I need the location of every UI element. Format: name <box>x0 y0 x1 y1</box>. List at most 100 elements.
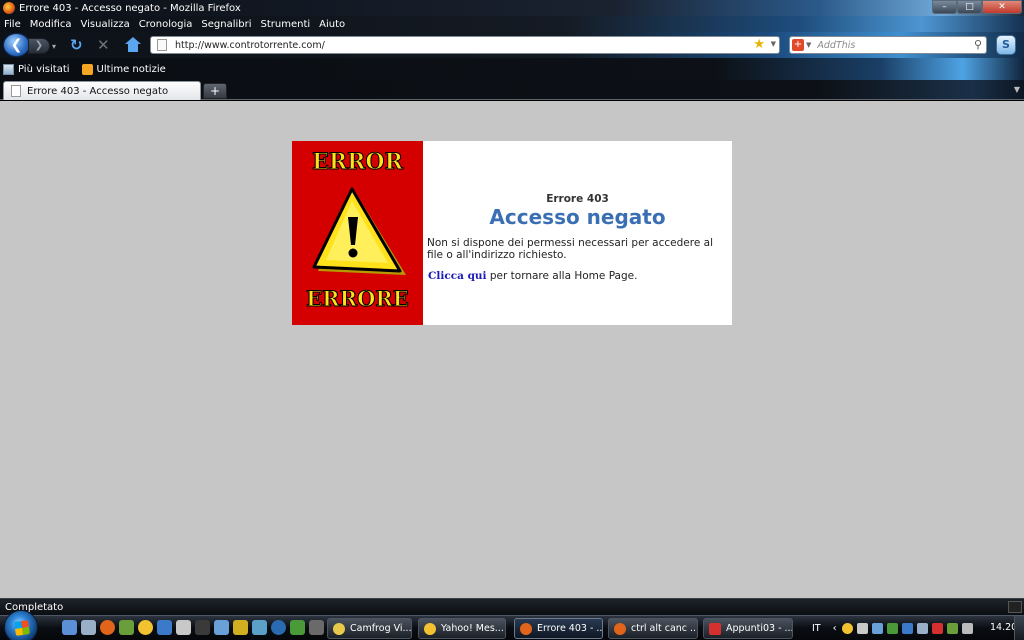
smiley-tray-icon[interactable] <box>841 623 853 634</box>
rss-feed-icon <box>81 63 93 75</box>
quick-launch <box>62 620 328 635</box>
bookmark-latest-news[interactable]: Ultime notizie <box>81 63 166 75</box>
bookmark-label: Più visitati <box>18 63 70 75</box>
error-image-bottom-word: ERRORE <box>306 286 410 312</box>
taskbar-button-camfrog[interactable]: Camfrog Vi... <box>327 618 412 639</box>
tray-icon[interactable] <box>856 623 868 634</box>
search-icon[interactable]: ⚲ <box>974 38 982 51</box>
stop-button[interactable]: ✕ <box>97 37 113 53</box>
show-desktop-icon[interactable] <box>62 620 77 635</box>
tab-list-dropdown-icon[interactable]: ▼ <box>1014 85 1020 94</box>
taskbar-button-firefox[interactable]: Errore 403 - ... <box>514 618 603 639</box>
show-desktop-button[interactable] <box>1014 616 1024 640</box>
app-icon[interactable] <box>233 620 248 635</box>
system-tray: IT ‹ <box>812 619 977 638</box>
taskbar-button-appunti[interactable]: Appunti03 - ... <box>703 618 793 639</box>
back-button[interactable]: ❮ <box>3 33 30 57</box>
search-engine-icon[interactable]: + <box>792 39 804 51</box>
error-description: Non si dispone dei permessi necessari pe… <box>427 237 713 261</box>
yahoo-messenger-icon <box>424 622 436 635</box>
smiley-icon[interactable] <box>138 620 153 635</box>
tray-icon[interactable] <box>946 623 958 634</box>
new-tab-button[interactable]: + <box>203 83 227 99</box>
network-icon[interactable] <box>901 623 913 634</box>
minimize-button[interactable]: – <box>932 0 957 14</box>
search-engine-dropdown-icon[interactable]: ▼ <box>806 41 811 49</box>
ie-icon[interactable] <box>157 620 172 635</box>
menu-modifica[interactable]: Modifica <box>30 19 72 30</box>
reload-button[interactable]: ↻ <box>70 37 86 53</box>
app-icon[interactable] <box>271 620 286 635</box>
start-button[interactable] <box>4 610 38 640</box>
maximize-button[interactable]: □ <box>957 0 982 14</box>
page-icon <box>157 39 167 51</box>
app-icon[interactable] <box>214 620 229 635</box>
history-dropdown-icon[interactable]: ▾ <box>52 42 56 51</box>
menu-cronologia[interactable]: Cronologia <box>139 19 193 30</box>
taskbar: Camfrog Vi... Yahoo! Mes... Errore 403 -… <box>0 610 1024 640</box>
error-warning-image: ERROR ERRORE <box>292 141 423 325</box>
menu-segnalibri[interactable]: Segnalibri <box>201 19 251 30</box>
menu-strumenti[interactable]: Strumenti <box>261 19 311 30</box>
taskbar-button-label: ctrl alt canc ... <box>631 623 698 634</box>
page-icon <box>11 85 21 97</box>
most-visited-icon <box>3 63 14 75</box>
skype-addon-icon[interactable]: S <box>996 35 1016 55</box>
url-bar[interactable]: http://www.controtorrente.com/ ★ ▼ <box>150 36 780 54</box>
bookmarks-toolbar: Più visitati Ultime notizie <box>0 58 1024 80</box>
paint-icon <box>709 622 721 635</box>
app-icon[interactable] <box>290 620 305 635</box>
status-bar: Completato <box>0 598 1024 615</box>
taskbar-button-ctrl-alt-canc[interactable]: ctrl alt canc ... <box>608 618 698 639</box>
menu-bar: File Modifica Visualizza Cronologia Segn… <box>0 16 1024 32</box>
taskbar-button-label: Camfrog Vi... <box>350 623 412 634</box>
taskbar-button-label: Errore 403 - ... <box>537 623 603 634</box>
home-page-link[interactable]: Clicca qui <box>428 270 487 282</box>
error-panel: ERROR ERRORE Errore 403 Accesso negato N… <box>292 141 732 325</box>
menu-file[interactable]: File <box>4 19 21 30</box>
forward-button[interactable]: ❯ <box>28 38 50 54</box>
close-button[interactable]: ✕ <box>982 0 1022 14</box>
tab-active[interactable]: Errore 403 - Accesso negato <box>3 81 201 100</box>
bookmark-star-icon[interactable]: ★ <box>753 37 765 53</box>
tab-strip: Errore 403 - Accesso negato + ▼ <box>0 80 1024 100</box>
tray-icon[interactable] <box>886 623 898 634</box>
firefox-icon[interactable] <box>100 620 115 635</box>
page-content: ERROR ERRORE Errore 403 Accesso negato N… <box>0 101 1024 598</box>
firefox-icon <box>520 622 532 635</box>
tray-icon[interactable] <box>931 623 943 634</box>
menu-aiuto[interactable]: Aiuto <box>319 19 345 30</box>
home-icon <box>125 37 141 44</box>
resize-grip-icon[interactable] <box>1008 601 1022 613</box>
messenger-icon[interactable] <box>119 620 134 635</box>
tray-icon[interactable] <box>871 623 883 634</box>
tab-title: Errore 403 - Accesso negato <box>27 85 169 97</box>
search-input[interactable]: AddThis <box>817 40 855 51</box>
app-icon[interactable] <box>252 620 267 635</box>
app-icon[interactable] <box>309 620 324 635</box>
app-icon[interactable] <box>195 620 210 635</box>
warning-triangle-icon <box>312 187 406 275</box>
volume-icon[interactable] <box>961 623 973 634</box>
taskbar-button-label: Yahoo! Mes... <box>441 623 504 634</box>
error-code: Errore 403 <box>546 193 609 205</box>
taskbar-button-label: Appunti03 - ... <box>726 623 793 634</box>
camfrog-icon <box>333 622 345 635</box>
window-title: Errore 403 - Accesso negato - Mozilla Fi… <box>19 2 241 14</box>
home-icon-base <box>128 44 138 52</box>
switch-windows-icon[interactable] <box>81 620 96 635</box>
home-button[interactable] <box>124 37 142 53</box>
taskbar-button-yahoo[interactable]: Yahoo! Mes... <box>418 618 506 639</box>
tray-icon[interactable] <box>916 623 928 634</box>
app-icon[interactable] <box>176 620 191 635</box>
language-indicator[interactable]: IT <box>812 623 821 634</box>
bookmark-most-visited[interactable]: Più visitati <box>3 63 70 75</box>
search-bar[interactable]: + ▼ AddThis ⚲ <box>789 36 987 54</box>
url-text[interactable]: http://www.controtorrente.com/ <box>175 40 325 51</box>
firefox-icon <box>614 622 626 635</box>
home-link-suffix: per tornare alla Home Page. <box>486 270 638 282</box>
url-dropdown-icon[interactable]: ▼ <box>771 40 776 48</box>
menu-visualizza[interactable]: Visualizza <box>81 19 130 30</box>
window-title-bar: Errore 403 - Accesso negato - Mozilla Fi… <box>0 0 1024 16</box>
tray-expand-icon[interactable]: ‹ <box>833 623 837 634</box>
